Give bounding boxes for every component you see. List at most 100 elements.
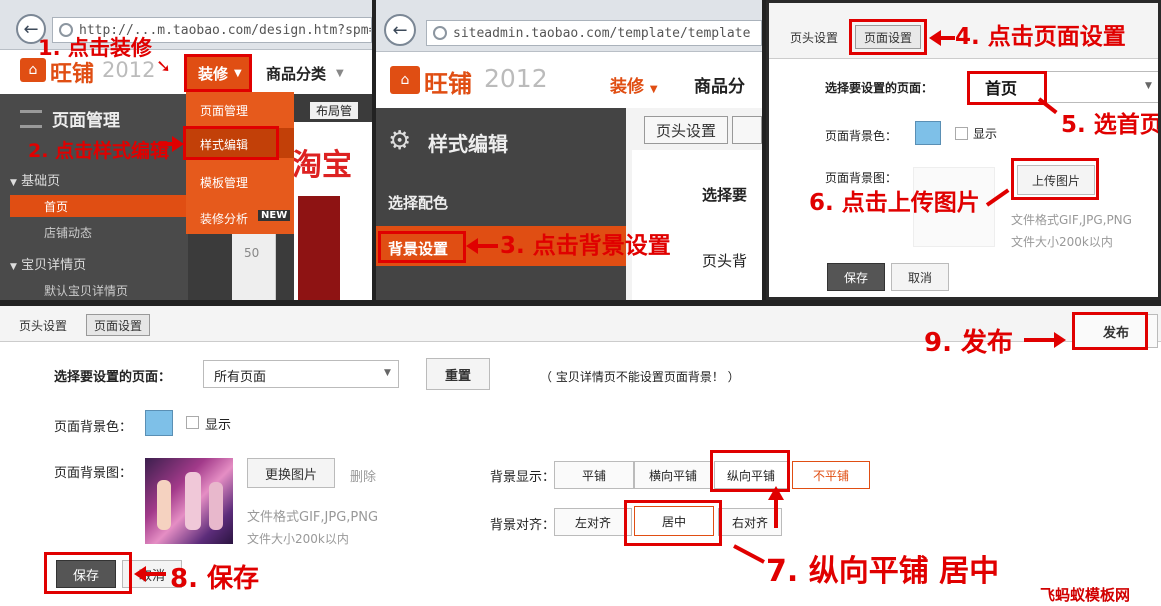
layout-tab[interactable]: 布局管 (310, 102, 359, 119)
menu-item-page-manage[interactable]: 页面管理 (200, 102, 248, 119)
highlight-save (44, 552, 132, 594)
delete-link[interactable]: 删除 (350, 466, 376, 485)
sidebar-item-label: 背景设置 (388, 240, 449, 258)
sidebar-item-label: 首页 (44, 200, 69, 214)
chevron-down-icon: ▼ (1145, 81, 1152, 91)
address-text: siteadmin.taobao.com/template/template (453, 25, 751, 41)
step-3-annotation: 3. 点击背景设置 (500, 233, 671, 259)
list-icon (20, 110, 42, 128)
show-label: 显示 (973, 127, 998, 141)
address-bar[interactable]: siteadmin.taobao.com/template/template (426, 20, 762, 46)
step-9-annotation: 9. 发布 (924, 328, 1014, 358)
bg-display-label: 背景显示： (490, 470, 556, 485)
tab-page-setting[interactable]: 页面设置 (86, 314, 150, 336)
change-image-button[interactable]: 更换图片 (247, 458, 335, 488)
sidebar-item-default-detail[interactable]: 默认宝贝详情页 (44, 282, 128, 299)
sidebar-title: 页面管理 (52, 111, 120, 131)
chevron-down-icon: ▼ (384, 368, 391, 378)
tab-header-setting[interactable]: 页头设置 (644, 116, 728, 144)
bg-display-no-tile[interactable]: 不平铺 (792, 461, 870, 489)
tab-header-setting[interactable]: 页头设置 (8, 314, 78, 336)
nav-decorate[interactable]: 装修 ▼ (610, 72, 658, 97)
thumbnail-figure (209, 482, 223, 530)
tab-next[interactable] (732, 116, 762, 144)
content-panel (632, 150, 762, 300)
sidebar-group-label: 基础页 (21, 174, 61, 189)
ruler-value: 50 (244, 246, 260, 260)
bg-align-left[interactable]: 左对齐 (554, 508, 632, 536)
reset-button[interactable]: 重置 (426, 358, 490, 390)
bg-display-tile[interactable]: 平铺 (554, 461, 634, 489)
house-logo-icon: ⌂ (390, 66, 420, 94)
panel-3: 页头设置 页面设置 4. 点击页面设置 选择要设置的页面： ▼ 首页 5. 选首… (766, 0, 1161, 300)
arrow-right-icon (1024, 332, 1066, 348)
step-5-annotation: 5. 选首页 (1061, 112, 1161, 138)
menu-item-template-manage[interactable]: 模板管理 (200, 174, 248, 191)
sidebar-item-color-scheme[interactable]: 选择配色 (388, 192, 448, 213)
panel-2: ← siteadmin.taobao.com/template/template… (376, 0, 762, 300)
size-note: 文件大小200k以内 (247, 532, 349, 546)
nav-category[interactable]: 商品分类 (266, 63, 326, 84)
new-badge: NEW (258, 210, 291, 221)
highlight-align-center (624, 500, 722, 546)
page-select-value: 首页 (985, 79, 1018, 98)
step-8-annotation: 8. 保存 (170, 564, 260, 594)
chevron-down-icon: ▼ (336, 68, 344, 79)
save-button[interactable]: 保存 (827, 263, 885, 291)
banner-text: 淘宝 (292, 148, 352, 183)
show-checkbox[interactable] (955, 127, 968, 140)
sidebar-group-detail[interactable]: ▼ 宝贝详情页 (10, 254, 86, 273)
bg-color-label: 页面背景色： (825, 129, 898, 143)
step-4-annotation: 4. 点击页面设置 (955, 24, 1126, 50)
watermark-text: 飞蚂蚁模板网 (1040, 586, 1131, 604)
bg-align-label: 背景对齐： (490, 518, 556, 533)
step-2-annotation: 2. 点击样式编辑 (28, 140, 170, 162)
thumbnail-figure (185, 472, 201, 530)
detail-page-note: （ 宝贝详情页不能设置页面背景！ ） (540, 370, 740, 384)
sidebar-item-shop-news[interactable]: 店铺动态 (44, 224, 92, 241)
sidebar-group-basic[interactable]: ▼ 基础页 (10, 170, 60, 189)
step-6-annotation: 6. 点击上传图片 (809, 190, 980, 216)
arrow-left-icon (466, 238, 498, 254)
nav-decorate-label: 装修 (610, 77, 644, 97)
arrow-up-icon (774, 498, 778, 528)
bg-display-tile-horizontal[interactable]: 横向平铺 (634, 461, 712, 489)
thumbnail-figure (157, 480, 171, 530)
panel-1: ← http://...m.taobao.com/design.htm?spm=… (0, 0, 372, 300)
bg-align-right[interactable]: 右对齐 (718, 508, 782, 536)
bg-color-swatch[interactable] (145, 410, 173, 436)
arrow-up-icon-head (768, 486, 784, 500)
globe-icon (433, 26, 447, 40)
back-arrow-icon[interactable]: ← (384, 14, 416, 46)
format-note: 文件格式GIF,JPG,PNG (247, 510, 379, 525)
show-checkbox[interactable] (186, 416, 199, 429)
tab-header-setting[interactable]: 页头设置 (779, 25, 849, 49)
arrow-left-icon (929, 30, 955, 46)
menu-item-decorate-analysis[interactable]: 装修分析 (200, 210, 248, 227)
sidebar-item-home[interactable] (10, 195, 188, 217)
sidebar-group-label: 宝贝详情页 (21, 258, 87, 273)
background-image-thumbnail (145, 458, 233, 544)
panel-4: 页头设置 页面设置 9. 发布 发布 选择要设置的页面： 所有页面 ▼ 重置 （… (0, 306, 1161, 606)
gear-icon: ⚙ (388, 126, 412, 156)
caret-down-icon: ▼ (10, 178, 17, 188)
show-label: 显示 (205, 418, 232, 433)
page-select-value: 所有页面 (214, 370, 267, 385)
chevron-down-icon: ▼ (649, 84, 658, 95)
size-note: 文件大小200k以内 (1011, 235, 1113, 249)
highlight-publish (1072, 312, 1148, 350)
logo-text: 旺铺 (424, 70, 472, 98)
cancel-button[interactable]: 取消 (891, 263, 949, 291)
format-note: 文件格式GIF,JPG,PNG (1011, 213, 1132, 227)
arrow-down-left-icon (733, 544, 765, 564)
select-page-label: 选择要设置的页面： (54, 370, 172, 385)
bg-image-label: 页面背景图： (54, 466, 133, 481)
arrow-right-icon: ➘ (156, 56, 172, 77)
sidebar-title: 样式编辑 (428, 132, 508, 156)
highlight-page-setting (849, 19, 927, 55)
highlight-style-edit (183, 126, 279, 160)
step-1-annotation: 1. 点击装修 (38, 36, 152, 60)
caret-down-icon: ▼ (10, 262, 17, 272)
nav-category[interactable]: 商品分 (694, 72, 745, 97)
bg-color-swatch[interactable] (915, 121, 941, 145)
